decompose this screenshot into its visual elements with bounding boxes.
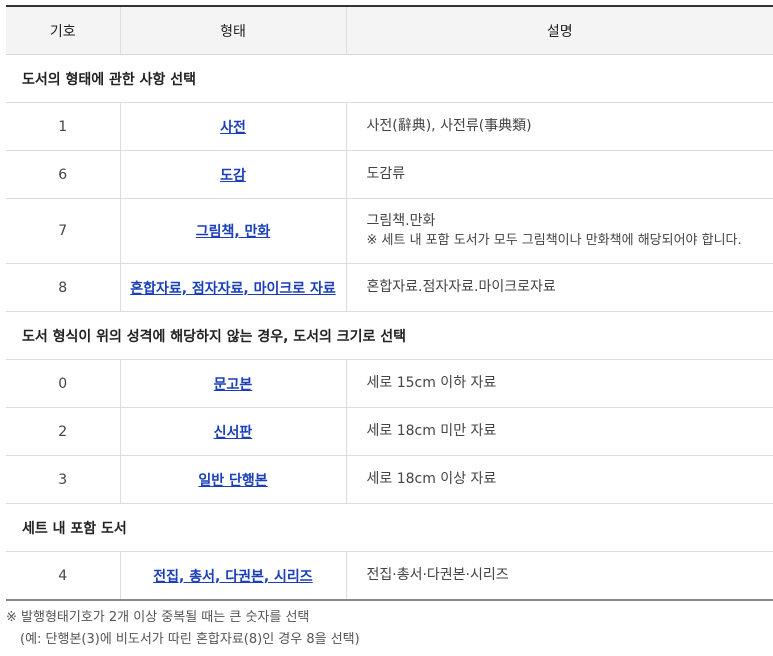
header-form: 형태 [119,6,346,55]
table-row: 6 도감 도감류 [6,150,773,199]
section-title: 도서 형식이 위의 성격에 해당하지 않는 경우, 도서의 크기로 선택 [6,311,773,360]
table-row: 8 혼합자료, 점자자료, 마이크로 자료 혼합자료.점자자료.마이크로자료 [6,263,773,312]
form-link[interactable]: 혼합자료, 점자자료, 마이크로 자료 [130,281,336,297]
description-text: 세로 18cm 이상 자료 [366,471,497,487]
code-cell: 6 [6,150,120,199]
table-row: 0 문고본 세로 15cm 이하 자료 [6,359,773,408]
description-text: 그림책.만화 [366,213,436,229]
publication-form-code-table: 기호 형태 설명 도서의 형태에 관한 사항 선택 1 사전 사전(辭典), 사전류(… [6,5,773,601]
header-desc: 설명 [345,6,773,55]
table-header-row: 기호 형태 설명 [6,6,773,55]
section-title: 세트 내 포함 도서 [6,503,773,552]
code-cell: 4 [6,551,120,601]
description-text: 세로 15cm 이하 자료 [366,375,497,391]
form-link[interactable]: 문고본 [214,377,253,393]
form-cell: 도감 [119,150,346,199]
description-cell: 혼합자료.점자자료.마이크로자료 [345,263,773,312]
table-row: 7 그림책, 만화 그림책.만화 ※ 세트 내 포함 도서가 모두 그림책이나 만화책… [6,198,773,264]
description-cell: 도감류 [345,150,773,199]
form-cell: 전집, 총서, 다권본, 시리즈 [119,551,346,601]
footnote-line-2: (예: 단행본(3)에 비도서가 따린 혼합자료(8)인 경우 8을 선택) [20,632,360,647]
form-link[interactable]: 사전 [220,120,246,136]
section-row: 도서 형식이 위의 성격에 해당하지 않는 경우, 도서의 크기로 선택 [6,311,773,360]
description-text: 전집·총서·다권본·시리즈 [366,567,509,583]
form-cell: 신서판 [119,407,346,456]
form-cell: 일반 단행본 [119,455,346,504]
table-row: 2 신서판 세로 18cm 미만 자료 [6,407,773,456]
section-row: 세트 내 포함 도서 [6,503,773,552]
description-note: ※ 세트 내 포함 도서가 모두 그림책이나 만화책에 해당되어야 합니다. [366,233,742,248]
table-row: 4 전집, 총서, 다권본, 시리즈 전집·총서·다권본·시리즈 [6,551,773,601]
description-cell: 전집·총서·다권본·시리즈 [345,551,773,601]
form-cell: 문고본 [119,359,346,408]
header-code: 기호 [6,6,120,55]
form-link[interactable]: 그림책, 만화 [196,224,271,240]
code-cell: 8 [6,263,120,312]
footnote: ※ 발행형태기호가 2개 이상 중복될 때는 큰 숫자를 선택 (예: 단행본(… [6,607,360,651]
description-text: 혼합자료.점자자료.마이크로자료 [366,279,556,295]
page: 기호 형태 설명 도서의 형태에 관한 사항 선택 1 사전 사전(辭典), 사전류(… [0,0,773,656]
description-cell: 사전(辭典), 사전류(事典類) [345,102,773,151]
description-cell: 세로 18cm 미만 자료 [345,407,773,456]
code-cell: 0 [6,359,120,408]
form-link[interactable]: 일반 단행본 [198,473,267,489]
description-text: 사전(辭典), 사전류(事典類) [366,118,532,134]
form-cell: 혼합자료, 점자자료, 마이크로 자료 [119,263,346,312]
table-body: 도서의 형태에 관한 사항 선택 1 사전 사전(辭典), 사전류(事典類) 6 도감 도감… [6,54,773,601]
description-cell: 세로 15cm 이하 자료 [345,359,773,408]
form-link[interactable]: 전집, 총서, 다권본, 시리즈 [153,569,312,585]
form-cell: 사전 [119,102,346,151]
form-link[interactable]: 도감 [220,168,246,184]
description-cell: 세로 18cm 이상 자료 [345,455,773,504]
footnote-line-1: ※ 발행형태기호가 2개 이상 중복될 때는 큰 숫자를 선택 [6,610,310,625]
code-cell: 7 [6,198,120,264]
code-cell: 3 [6,455,120,504]
section-row: 도서의 형태에 관한 사항 선택 [6,54,773,103]
description-text: 도감류 [366,166,406,182]
description-cell: 그림책.만화 ※ 세트 내 포함 도서가 모두 그림책이나 만화책에 해당되어야 … [345,198,773,264]
description-text: 세로 18cm 미만 자료 [366,423,497,439]
code-cell: 1 [6,102,120,151]
form-link[interactable]: 신서판 [214,425,253,441]
table-row: 3 일반 단행본 세로 18cm 이상 자료 [6,455,773,504]
form-cell: 그림책, 만화 [119,198,346,264]
section-title: 도서의 형태에 관한 사항 선택 [6,54,773,103]
table-row: 1 사전 사전(辭典), 사전류(事典類) [6,102,773,151]
code-cell: 2 [6,407,120,456]
